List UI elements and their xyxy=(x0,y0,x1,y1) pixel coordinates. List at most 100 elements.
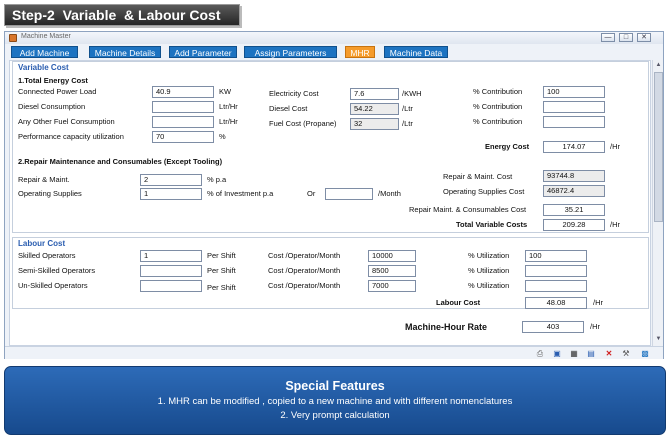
repair-maint-input[interactable]: 2 xyxy=(140,174,202,186)
contribution-3-input[interactable] xyxy=(543,116,605,128)
total-variable-costs-unit: /Hr xyxy=(610,220,620,229)
semi-skilled-operators-label: Semi-Skilled Operators xyxy=(18,266,96,275)
energy-cost-unit: /Hr xyxy=(610,142,620,151)
diesel-cost-unit: /Ltr xyxy=(402,104,413,113)
operating-supplies-input[interactable]: 1 xyxy=(140,188,202,200)
contribution-2-label: % Contribution xyxy=(473,102,523,111)
connected-power-unit: KW xyxy=(219,87,232,96)
tab-mhr[interactable]: MHR xyxy=(345,46,375,58)
delete-icon[interactable]: ✕ xyxy=(604,349,614,358)
labour-total-unit: /Hr xyxy=(593,298,603,307)
energy-cost-label: Energy Cost xyxy=(485,142,530,151)
tab-add-machine[interactable]: Add Machine xyxy=(11,46,78,58)
capacity-utilization-input[interactable]: 70 xyxy=(152,131,214,143)
tab-machine-details[interactable]: Machine Details xyxy=(89,46,161,58)
electricity-cost-input[interactable]: 7.6 xyxy=(350,88,399,100)
total-variable-costs-label: Total Variable Costs xyxy=(456,220,528,229)
vertical-scrollbar[interactable]: ▲ ▼ xyxy=(652,60,663,346)
window-title: Machine Master xyxy=(21,33,71,40)
energy-section-title: 1.Total Energy Cost xyxy=(18,76,88,85)
semi-skilled-operators-input[interactable] xyxy=(140,265,202,277)
per-month-unit: /Month xyxy=(378,189,401,198)
un-skilled-cost-input[interactable]: 7000 xyxy=(368,280,416,292)
diesel-consumption-input[interactable] xyxy=(152,101,214,113)
contribution-2-input[interactable] xyxy=(543,101,605,113)
per-month-input[interactable] xyxy=(325,188,373,200)
labour-total-label: Labour Cost xyxy=(436,298,481,307)
special-features-panel: Special Features 1. MHR can be modified … xyxy=(4,366,666,435)
semi-skilled-cost-label: Cost /Operator/Month xyxy=(268,266,341,275)
skilled-per-shift-label: Per Shift xyxy=(207,251,236,260)
skilled-operators-input[interactable]: 1 xyxy=(140,250,202,262)
tab-add-parameter[interactable]: Add Parameter xyxy=(169,46,237,58)
skilled-cost-label: Cost /Operator/Month xyxy=(268,251,341,260)
scroll-down-icon[interactable]: ▼ xyxy=(654,335,663,344)
connected-power-input[interactable]: 40.9 xyxy=(152,86,214,98)
connected-power-label: Connected Power Load xyxy=(18,87,97,96)
repair-maint-label: Repair & Maint. xyxy=(18,175,70,184)
capacity-utilization-unit: % xyxy=(219,132,226,141)
tab-assign-parameters[interactable]: Assign Parameters xyxy=(244,46,337,58)
repair-maint-cost-value: 93744.8 xyxy=(543,170,605,182)
operating-supplies-cost-value: 46872.4 xyxy=(543,185,605,197)
machine-master-window: Machine Master — □ ✕ Add Machine Machine… xyxy=(4,31,664,359)
repair-maint-unit: % p.a xyxy=(207,175,227,184)
operating-supplies-unit: % of Investment p.a xyxy=(207,189,274,198)
un-skilled-operators-input[interactable] xyxy=(140,280,202,292)
fuel-cost-unit: /Ltr xyxy=(402,119,413,128)
save-icon[interactable]: ▣ xyxy=(552,349,562,358)
semi-skilled-util-input[interactable] xyxy=(525,265,587,277)
semi-skilled-cost-input[interactable]: 8500 xyxy=(368,265,416,277)
repair-consumables-cost-label: Repair Maint. & Consumables Cost xyxy=(409,205,527,214)
grid-icon[interactable]: ▦ xyxy=(569,349,579,358)
feature-line-2: 2. Very prompt calculation xyxy=(280,410,390,421)
diesel-cost-input[interactable]: 54.22 xyxy=(350,103,399,115)
labour-total-value: 48.08 xyxy=(525,297,587,309)
contribution-1-input[interactable]: 100 xyxy=(543,86,605,98)
minimize-button[interactable]: — xyxy=(601,33,615,42)
diesel-cost-label: Diesel Cost xyxy=(269,104,308,113)
un-skilled-util-input[interactable] xyxy=(525,280,587,292)
repair-section-title: 2.Repair Maintenance and Consumables (Ex… xyxy=(18,157,223,166)
semi-skilled-util-label: % Utilization xyxy=(468,266,510,275)
skilled-operators-label: Skilled Operators xyxy=(18,251,76,260)
calendar-icon[interactable]: ▤ xyxy=(586,349,596,358)
bottom-toolbar: ⎙ ▣ ▦ ▤ ✕ ⚒ ▩ xyxy=(5,346,663,359)
variable-cost-group: Variable Cost 1.Total Energy Cost Connec… xyxy=(12,61,649,233)
contribution-1-label: % Contribution xyxy=(473,87,523,96)
maximize-button[interactable]: □ xyxy=(619,33,633,42)
operating-supplies-label: Operating Supplies xyxy=(18,189,82,198)
diesel-consumption-label: Diesel Consumption xyxy=(18,102,86,111)
tab-machine-data[interactable]: Machine Data xyxy=(384,46,448,58)
app-icon xyxy=(9,34,17,42)
step-banner: Step-2 Variable & Labour Cost xyxy=(4,4,240,26)
feature-line-1: 1. MHR can be modified , copied to a new… xyxy=(157,396,513,407)
skilled-util-input[interactable]: 100 xyxy=(525,250,587,262)
fuel-cost-label: Fuel Cost (Propane) xyxy=(269,119,337,128)
other-fuel-input[interactable] xyxy=(152,116,214,128)
un-skilled-operators-label: Un-Skilled Operators xyxy=(18,281,88,290)
energy-cost-value: 174.07 xyxy=(543,141,605,153)
special-features-title: Special Features xyxy=(285,379,385,393)
print-icon[interactable]: ⎙ xyxy=(535,349,545,358)
mhr-unit: /Hr xyxy=(590,322,600,331)
other-fuel-unit: Ltr/Hr xyxy=(219,117,238,126)
tab-bar: Add Machine Machine Details Add Paramete… xyxy=(5,45,665,60)
un-skilled-util-label: % Utilization xyxy=(468,281,510,290)
scroll-thumb[interactable] xyxy=(654,72,663,222)
labour-cost-group: Labour Cost Skilled Operators 1 Per Shif… xyxy=(12,237,649,309)
contribution-3-label: % Contribution xyxy=(473,117,523,126)
exit-icon[interactable]: ▩ xyxy=(640,349,650,358)
repair-consumables-cost-value: 35.21 xyxy=(543,204,605,216)
fuel-cost-input[interactable]: 32 xyxy=(350,118,399,130)
tools-icon[interactable]: ⚒ xyxy=(621,349,631,358)
labour-cost-title: Labour Cost xyxy=(18,239,66,248)
scroll-up-icon[interactable]: ▲ xyxy=(654,61,663,70)
close-button[interactable]: ✕ xyxy=(637,33,651,42)
skilled-cost-input[interactable]: 10000 xyxy=(368,250,416,262)
repair-maint-cost-label: Repair & Maint. Cost xyxy=(443,172,513,181)
semi-skilled-per-shift-label: Per Shift xyxy=(207,266,236,275)
diesel-consumption-unit: Ltr/Hr xyxy=(219,102,238,111)
electricity-cost-unit: /KWH xyxy=(402,89,422,98)
un-skilled-cost-label: Cost /Operator/Month xyxy=(268,281,341,290)
